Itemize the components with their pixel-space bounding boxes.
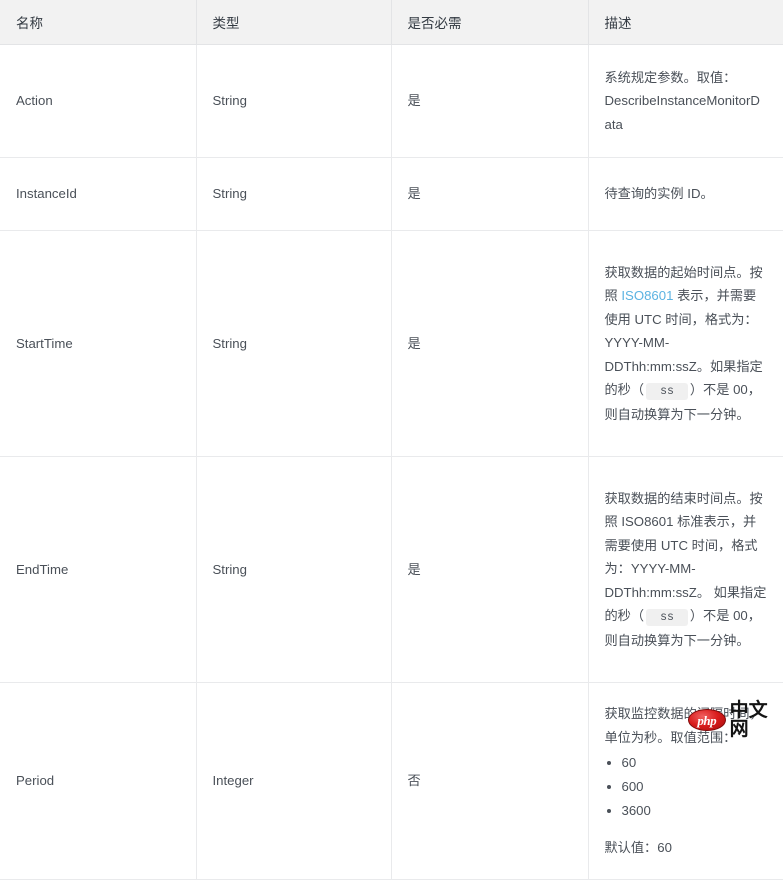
param-name-cell: Period	[0, 682, 197, 880]
description-text-segment: 表示，并需要使用 UTC 时间，格式为：YYYY-MM-DDThh:mm:ssZ…	[604, 288, 763, 398]
column-header-description: 描述	[588, 0, 783, 45]
param-name-cell: Action	[0, 44, 197, 158]
table-row: StartTime String 是 获取数据的起始时间点。按照 ISO8601…	[0, 230, 783, 457]
param-description-cell: 待查询的实例 ID。	[588, 157, 783, 231]
param-description-cell: 获取数据的结束时间点。按照 ISO8601 标准表示，并需要使用 UTC 时间，…	[588, 456, 783, 683]
table-row: Period Integer 否 获取监控数据的间隔时间，单位为秒。取值范围： …	[0, 682, 783, 880]
description-text-segment: 获取数据的结束时间点。按照 ISO8601 标准表示，并需要使用 UTC 时间，…	[604, 490, 767, 624]
param-type-cell: String	[196, 44, 392, 158]
period-options-list: 60 600 3600	[605, 751, 768, 822]
table-header-row: 名称 类型 是否必需 描述	[0, 0, 783, 45]
param-type-cell: String	[196, 230, 392, 457]
param-required-cell: 是	[391, 230, 589, 457]
list-item: 60	[622, 751, 768, 775]
param-required-cell: 是	[391, 456, 589, 683]
param-description-cell: 获取监控数据的间隔时间，单位为秒。取值范围： 60 600 3600 默认值：6…	[588, 682, 783, 880]
description-paragraph: 获取数据的起始时间点。按照 ISO8601 表示，并需要使用 UTC 时间，格式…	[605, 261, 768, 426]
parameters-table: 名称 类型 是否必需 描述 Action String 是 系统规定参数。取值：…	[0, 0, 783, 880]
inline-code-ss: ss	[646, 383, 688, 401]
column-header-name: 名称	[0, 0, 197, 45]
table-row: Action String 是 系统规定参数。取值：DescribeInstan…	[0, 44, 783, 158]
param-type-cell: Integer	[196, 682, 392, 880]
inline-code-ss: ss	[646, 609, 688, 627]
description-paragraph: 获取数据的结束时间点。按照 ISO8601 标准表示，并需要使用 UTC 时间，…	[605, 487, 768, 652]
param-name-cell: EndTime	[0, 456, 197, 683]
iso8601-link[interactable]: ISO8601	[621, 288, 673, 303]
table-header: 名称 类型 是否必需 描述	[0, 0, 783, 45]
param-required-cell: 是	[391, 157, 589, 231]
list-item: 600	[622, 775, 768, 799]
table-row: InstanceId String 是 待查询的实例 ID。	[0, 157, 783, 231]
list-item: 3600	[622, 799, 768, 823]
description-intro: 获取监控数据的间隔时间，单位为秒。取值范围：	[604, 706, 763, 745]
param-required-cell: 是	[391, 44, 589, 158]
param-name-cell: InstanceId	[0, 157, 197, 231]
table-row: EndTime String 是 获取数据的结束时间点。按照 ISO8601 标…	[0, 456, 783, 683]
column-header-required: 是否必需	[391, 0, 589, 45]
param-name-cell: StartTime	[0, 230, 197, 457]
param-description-cell: 获取数据的起始时间点。按照 ISO8601 表示，并需要使用 UTC 时间，格式…	[588, 230, 783, 457]
param-required-cell: 否	[391, 682, 589, 880]
param-type-cell: String	[196, 157, 392, 231]
default-value-text: 默认值：60	[604, 840, 672, 856]
column-header-type: 类型	[196, 0, 392, 45]
param-type-cell: String	[196, 456, 392, 683]
table-body: Action String 是 系统规定参数。取值：DescribeInstan…	[0, 44, 783, 880]
description-paragraph: 待查询的实例 ID。	[604, 186, 714, 202]
param-description-cell: 系统规定参数。取值：DescribeInstanceMonitorData	[588, 44, 783, 158]
description-paragraph: 系统规定参数。取值：DescribeInstanceMonitorData	[604, 69, 760, 132]
